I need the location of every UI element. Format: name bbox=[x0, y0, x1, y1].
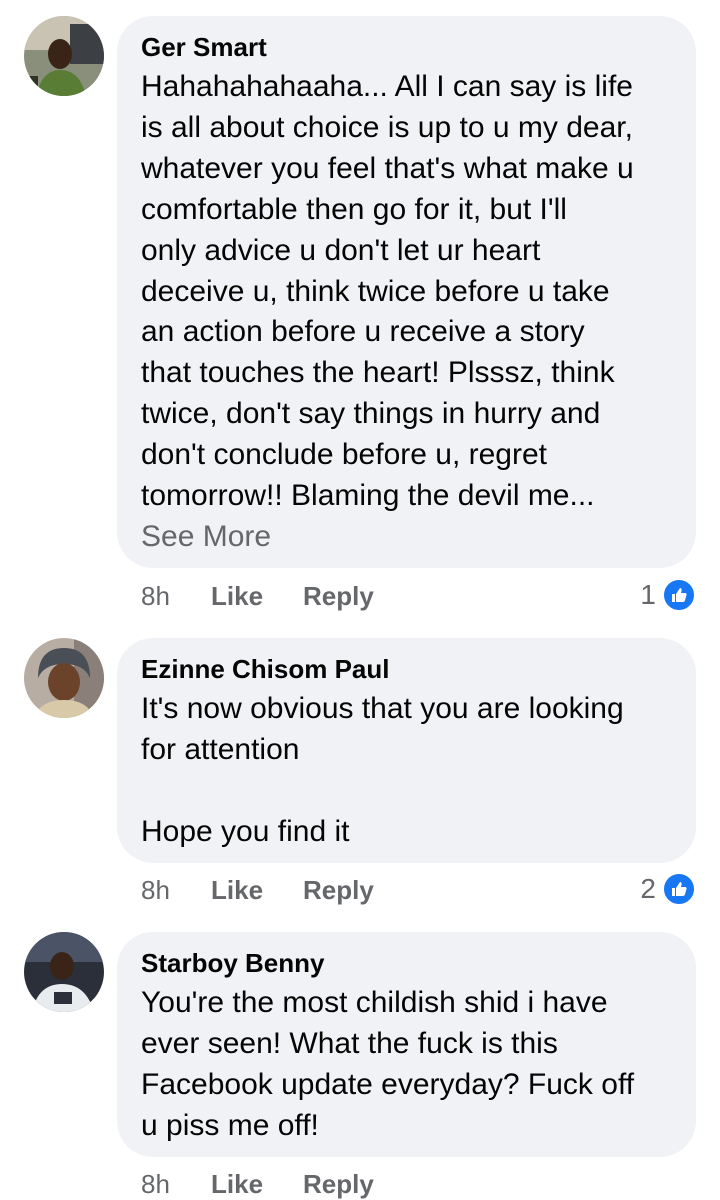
see-more-link[interactable]: See More bbox=[141, 517, 672, 557]
reaction-summary[interactable]: 1 bbox=[640, 578, 696, 612]
comment-text: It's now obvious that you are looking fo… bbox=[141, 692, 624, 848]
comment-bubble: Starboy Benny You're the most childish s… bbox=[117, 932, 696, 1157]
comment-author[interactable]: Starboy Benny bbox=[141, 947, 672, 979]
avatar[interactable] bbox=[24, 932, 104, 1012]
comment-actions: 8h Like Reply bbox=[141, 580, 374, 612]
reaction-count: 2 bbox=[640, 873, 656, 904]
thumbs-up-icon bbox=[662, 578, 696, 612]
reaction-summary[interactable]: 2 bbox=[640, 872, 696, 906]
thumbs-up-icon bbox=[662, 872, 696, 906]
profile-photo-icon bbox=[24, 932, 104, 1012]
comment-bubble: Ezinne Chisom Paul It's now obvious that… bbox=[117, 638, 696, 863]
like-button[interactable]: Like bbox=[211, 874, 303, 906]
profile-photo-icon bbox=[24, 16, 104, 96]
comment-time[interactable]: 8h bbox=[141, 1168, 211, 1200]
comment-author[interactable]: Ezinne Chisom Paul bbox=[141, 653, 672, 685]
reply-button[interactable]: Reply bbox=[303, 1168, 374, 1200]
reply-button[interactable]: Reply bbox=[303, 580, 374, 612]
like-button[interactable]: Like bbox=[211, 580, 303, 612]
comment-actions: 8h Like Reply bbox=[141, 1168, 374, 1200]
reply-button[interactable]: Reply bbox=[303, 874, 374, 906]
comment-bubble: Ger Smart Hahahahahaaha... All I can say… bbox=[117, 16, 696, 568]
reaction-count: 1 bbox=[640, 579, 656, 610]
comment-author[interactable]: Ger Smart bbox=[141, 31, 672, 63]
comment-text: Hahahahahaaha... All I can say is life i… bbox=[141, 70, 634, 513]
comment-actions: 8h Like Reply bbox=[141, 874, 374, 906]
avatar[interactable] bbox=[24, 16, 104, 96]
avatar[interactable] bbox=[24, 638, 104, 718]
comment-text: You're the most childish shid i have eve… bbox=[141, 986, 635, 1142]
profile-photo-icon bbox=[24, 638, 104, 718]
like-button[interactable]: Like bbox=[211, 1168, 303, 1200]
comment-time[interactable]: 8h bbox=[141, 874, 211, 906]
comment-time[interactable]: 8h bbox=[141, 580, 211, 612]
